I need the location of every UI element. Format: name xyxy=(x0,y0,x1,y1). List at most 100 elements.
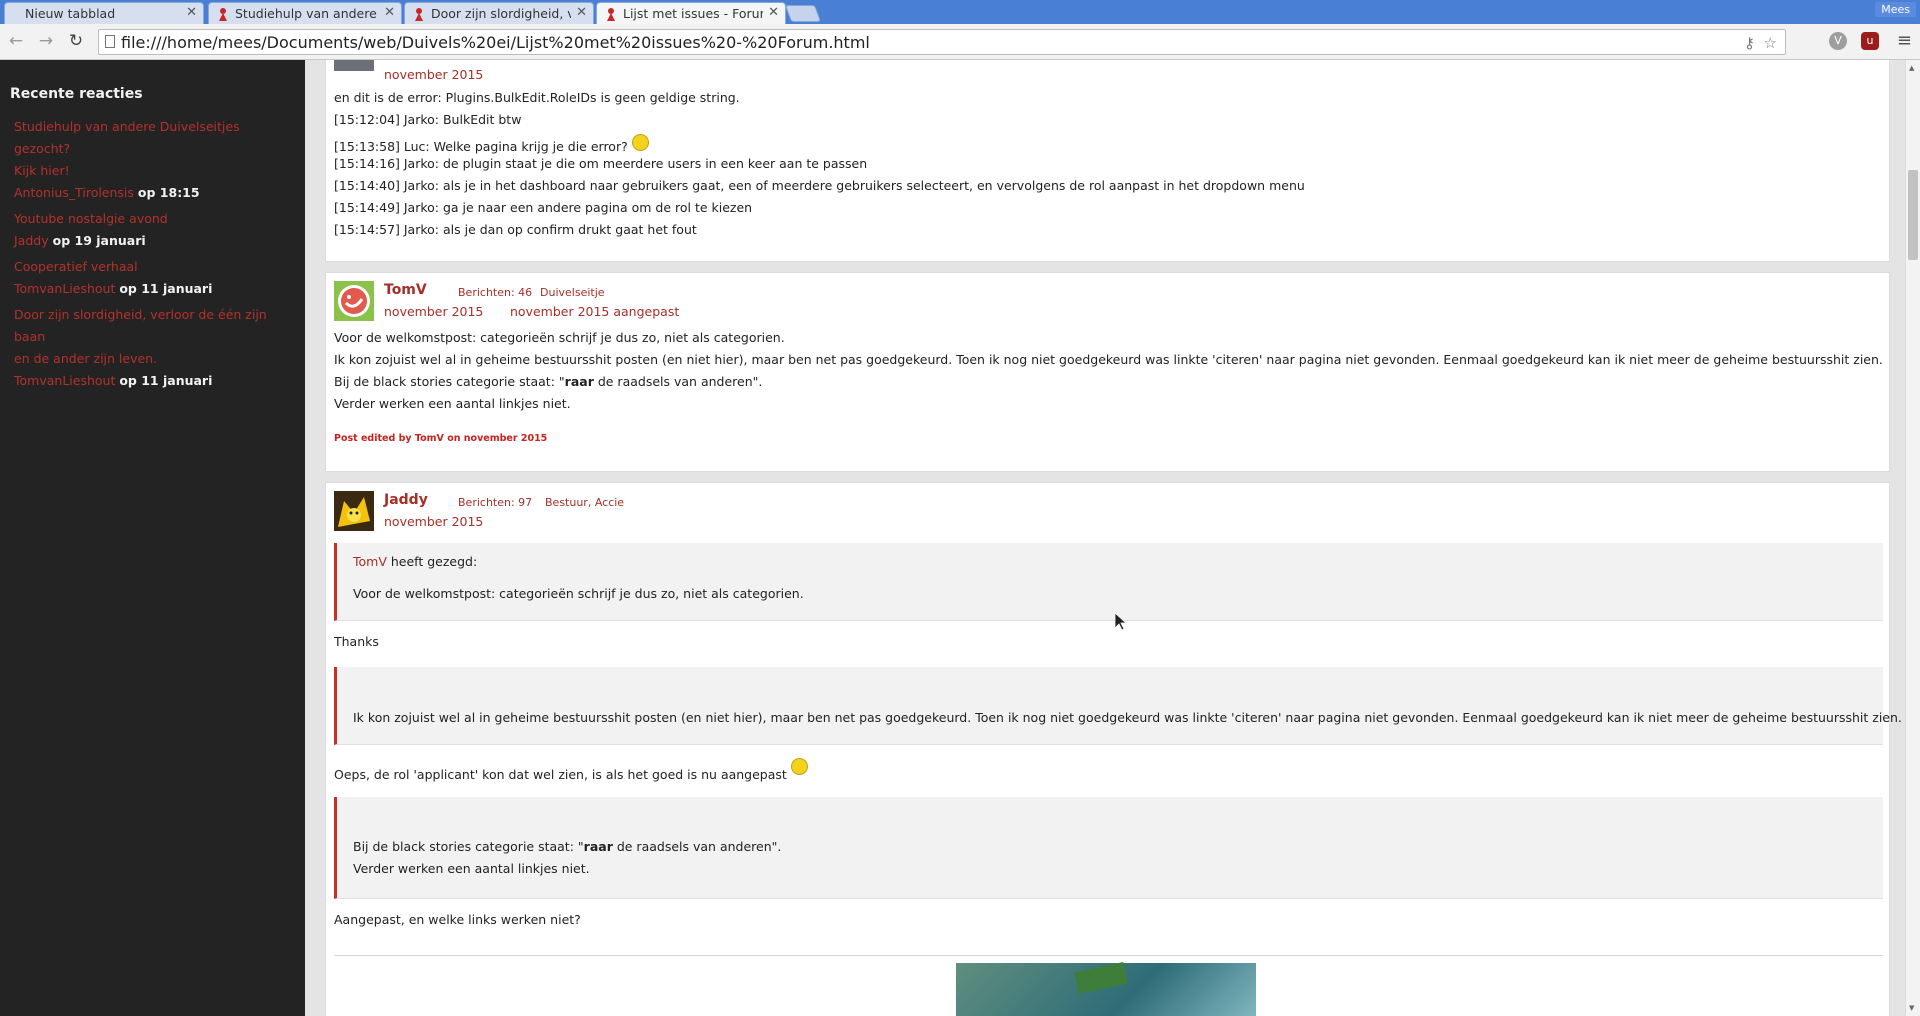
list-item: Studiehulp van andere Duivelseitjes gezo… xyxy=(14,116,289,204)
edit-note: Post edited by TomV on november 2015 xyxy=(334,433,548,444)
url-text[interactable]: file:///home/mees/Documents/web/Duivels%… xyxy=(121,33,870,52)
quote-block: TomV heeft gezegd: Voor de welkomstpost:… xyxy=(334,543,1883,621)
forum-post: TomV Berichten: 46 Duivelseitje november… xyxy=(325,272,1890,472)
scroll-thumb[interactable] xyxy=(1908,170,1918,260)
post-text: Oeps, de rol 'applicant' kon dat wel zie… xyxy=(334,767,787,782)
back-arrow-icon[interactable]: ← xyxy=(6,31,26,51)
scroll-up-arrow-icon[interactable]: ▲ xyxy=(1909,64,1914,72)
post-text-line: Verder werken een aantal linkjes niet. xyxy=(334,396,571,411)
image-detail xyxy=(1074,962,1128,994)
list-item: Youtube nostalgie avond Jaddy op 19 janu… xyxy=(14,208,289,252)
quote-header: TomV heeft gezegd: xyxy=(353,554,477,569)
extension-v-icon[interactable]: V xyxy=(1829,32,1847,50)
user-role[interactable]: Bestuur, Accie xyxy=(545,496,624,509)
avatar[interactable] xyxy=(334,491,374,531)
quote-text-part: Bij de black stories categorie staat: " xyxy=(353,839,584,854)
user-link[interactable]: Antonius_Tirolensis xyxy=(14,185,134,200)
quote-block: Ik kon zojuist wel al in geheime bestuur… xyxy=(334,667,1902,745)
post-image xyxy=(956,962,1256,1016)
post-text-line: Ik kon zojuist wel al in geheime bestuur… xyxy=(334,352,1883,367)
forward-arrow-icon[interactable]: → xyxy=(36,31,56,51)
tab-door-zijn-slordigheid[interactable]: Door zijn slordigheid, v ✕ xyxy=(404,2,594,24)
post-text-line: [15:14:49] Jarko: ga je naar een andere … xyxy=(334,200,753,215)
hamburger-menu-icon[interactable]: ≡ xyxy=(1897,30,1912,51)
topic-link[interactable]: Youtube nostalgie avond xyxy=(14,208,289,230)
topic-link[interactable]: Cooperatief verhaal xyxy=(14,256,289,278)
quote-text: Bij de black stories categorie staat: "r… xyxy=(353,839,781,854)
post-author[interactable]: TomV xyxy=(384,282,427,298)
topic-link[interactable]: Door zijn slordigheid, verloor de één zi… xyxy=(14,304,289,348)
post-text-line: en dit is de error: Plugins.BulkEdit.Rol… xyxy=(334,90,740,105)
quote-text: Ik kon zojuist wel al in geheime bestuur… xyxy=(353,710,1902,725)
mouse-cursor-icon xyxy=(1115,613,1127,631)
comment-time: op 11 januari xyxy=(119,281,213,296)
post-text: Bij de black stories categorie staat: " xyxy=(334,374,565,389)
post-text-line: [15:13:58] Luc: Welke pagina krijg je di… xyxy=(334,134,649,154)
topic-link[interactable]: en de ander zijn leven. xyxy=(14,348,289,370)
star-icon[interactable]: ☆ xyxy=(1764,34,1777,52)
post-text-line: Thanks xyxy=(334,634,379,649)
post-text: de raadsels van anderen". xyxy=(593,374,763,389)
reload-icon[interactable]: ↻ xyxy=(66,31,86,51)
post-count: Berichten: 46 xyxy=(458,286,533,299)
browser-toolbar: ← → ↻ file:///home/mees/Documents/web/Du… xyxy=(0,24,1920,60)
post-text-line: Aangepast, en welke links werken niet? xyxy=(334,912,581,927)
topic-link[interactable]: Studiehulp van andere Duivelseitjes gezo… xyxy=(14,116,289,160)
tab-label: Studiehulp van andere xyxy=(235,6,377,21)
user-link[interactable]: TomvanLieshout xyxy=(14,281,115,296)
close-icon[interactable]: ✕ xyxy=(576,5,587,20)
forum-post: november 2015 en dit is de error: Plugin… xyxy=(325,60,1890,262)
scroll-down-arrow-icon[interactable]: ▼ xyxy=(1909,1004,1914,1012)
user-link[interactable]: TomvanLieshout xyxy=(14,373,115,388)
quote-block: Bij de black stories categorie staat: "r… xyxy=(334,797,1883,899)
post-date[interactable]: november 2015 xyxy=(384,67,483,82)
tab-strip: Nieuw tabblad ✕ Studiehulp van andere ✕ … xyxy=(0,0,1920,24)
duivel-favicon-icon xyxy=(219,8,227,21)
profile-button[interactable]: Mees xyxy=(1875,2,1916,17)
tab-lijst-met-issues[interactable]: Lijst met issues - Forum ✕ xyxy=(596,2,786,24)
forum-post: Jaddy Berichten: 97 Bestuur, Accie novem… xyxy=(325,482,1902,1016)
sidebar-title: Recente reacties xyxy=(10,86,143,102)
post-date[interactable]: november 2015 xyxy=(384,304,483,319)
page-icon xyxy=(105,35,115,48)
post-text-line: Voor de welkomstpost: categorieën schrij… xyxy=(334,330,785,345)
close-icon[interactable]: ✕ xyxy=(384,5,395,20)
post-text-line: [15:14:57] Jarko: als je dan op confirm … xyxy=(334,222,697,237)
close-icon[interactable]: ✕ xyxy=(186,5,197,20)
post-text-line: Bij de black stories categorie staat: "r… xyxy=(334,374,762,389)
divider xyxy=(334,955,1883,956)
post-text-bold: raar xyxy=(564,374,594,389)
close-icon[interactable]: ✕ xyxy=(768,5,779,20)
key-icon[interactable]: ⚷ xyxy=(1744,34,1755,52)
list-item: Cooperatief verhaal TomvanLieshout op 11… xyxy=(14,256,289,300)
scrollbar[interactable]: ▲ ▼ xyxy=(1905,60,1920,1016)
post-text-line: [15:14:40] Jarko: als je in het dashboar… xyxy=(334,178,1305,193)
post-author[interactable]: Jaddy xyxy=(384,492,428,508)
tab-label: Lijst met issues - Forum xyxy=(623,6,763,21)
post-text-line: [15:12:04] Jarko: BulkEdit btw xyxy=(334,112,522,127)
user-link[interactable]: Jaddy xyxy=(14,233,49,248)
user-role[interactable]: Duivelseitje xyxy=(540,286,605,299)
quote-author-link[interactable]: TomV xyxy=(353,554,387,569)
quote-text-part: de raadsels van anderen". xyxy=(612,839,782,854)
comment-time: op 11 januari xyxy=(119,373,213,388)
tab-label: Nieuw tabblad xyxy=(25,6,116,21)
post-edited-date: november 2015 aangepast xyxy=(510,304,680,319)
quote-text: Verder werken een aantal linkjes niet. xyxy=(353,861,590,876)
address-bar[interactable]: file:///home/mees/Documents/web/Duivels%… xyxy=(98,29,1786,55)
post-date[interactable]: november 2015 xyxy=(384,514,483,529)
tab-new-tab[interactable]: Nieuw tabblad ✕ xyxy=(4,2,204,24)
tab-studiehulp[interactable]: Studiehulp van andere ✕ xyxy=(208,2,402,24)
new-tab-button[interactable] xyxy=(784,5,822,22)
quote-text-bold: raar xyxy=(583,839,613,854)
post-text-line: [15:14:16] Jarko: de plugin staat je die… xyxy=(334,156,868,171)
sidebar: Recente reacties Studiehulp van andere D… xyxy=(0,60,305,1016)
topic-link[interactable]: Kijk hier! xyxy=(14,160,289,182)
avatar[interactable] xyxy=(334,281,374,321)
smiley-icon xyxy=(631,134,649,151)
duivel-favicon-icon xyxy=(607,8,615,21)
ublock-icon[interactable]: u xyxy=(1861,32,1879,50)
comment-time: op 19 januari xyxy=(52,233,146,248)
avatar[interactable] xyxy=(334,60,374,71)
quote-said: heeft gezegd: xyxy=(386,554,478,569)
